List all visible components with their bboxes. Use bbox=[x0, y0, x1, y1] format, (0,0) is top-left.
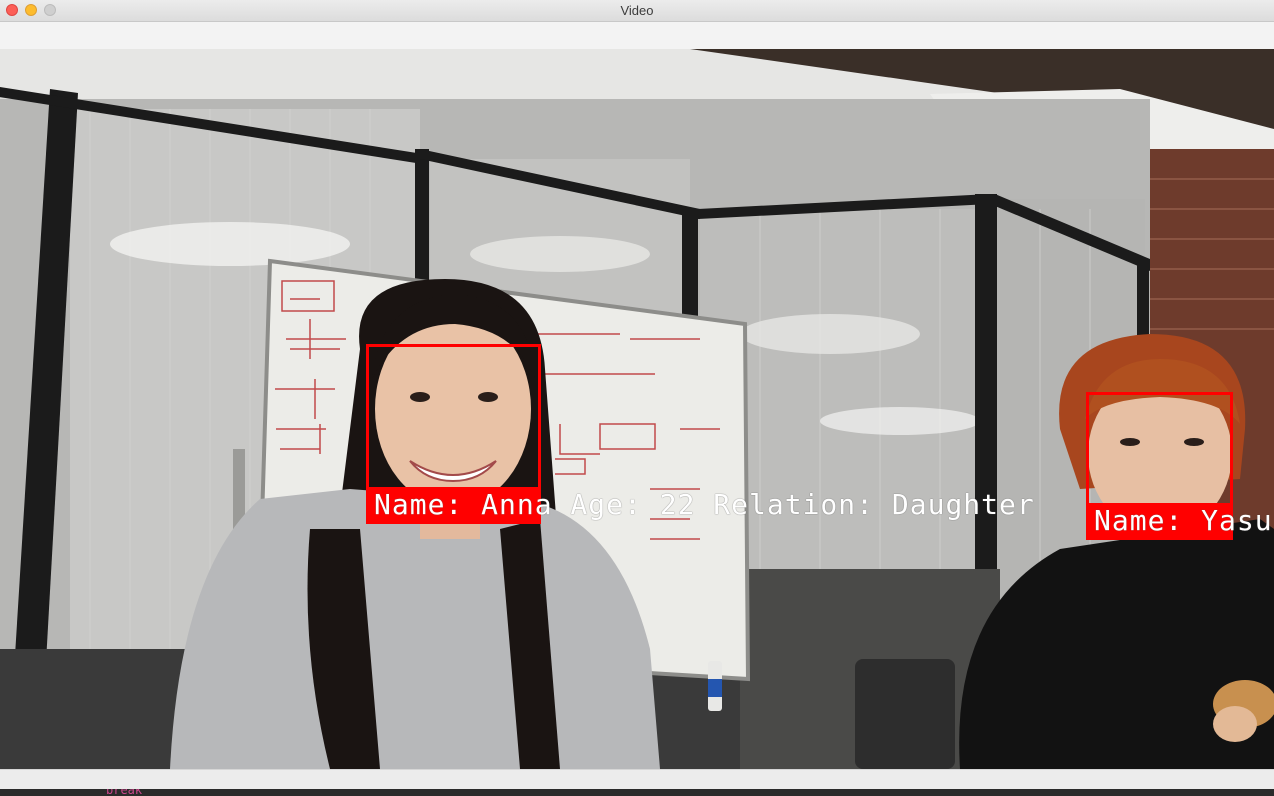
detection-label-yasu: Name: Yasu bbox=[1094, 504, 1273, 537]
window-title: Video bbox=[620, 3, 654, 18]
window-status-bar bbox=[0, 769, 1274, 790]
background-editor-strip: break bbox=[0, 789, 1274, 796]
window-toolbar bbox=[0, 22, 1274, 50]
office-scene bbox=[0, 49, 1274, 769]
editor-code-text: break bbox=[106, 789, 143, 796]
video-frame: Name: Anna Age: 22 Relation: Daughter Na… bbox=[0, 49, 1274, 769]
title-bar: Video bbox=[0, 0, 1274, 22]
detection-label-anna: Name: Anna Age: 22 Relation: Daughter bbox=[374, 488, 1035, 521]
